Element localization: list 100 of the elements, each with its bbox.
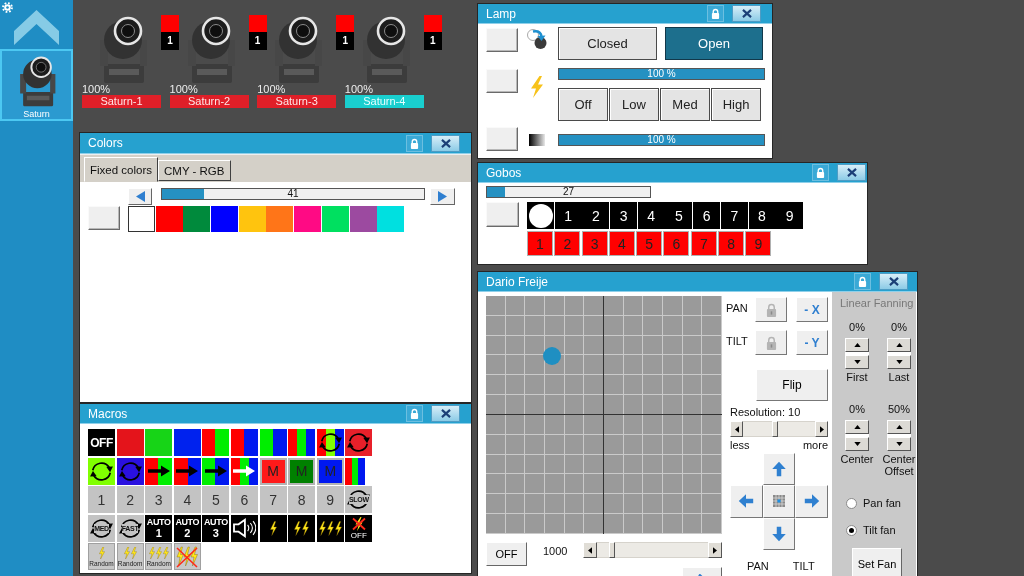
macro-button[interactable]: OFF — [345, 514, 373, 542]
increase-button[interactable] — [845, 338, 869, 352]
next-button[interactable] — [430, 188, 455, 205]
gobo-button[interactable] — [527, 202, 554, 229]
lock-button[interactable] — [707, 5, 724, 22]
strobe-mode-button[interactable]: High — [711, 88, 761, 121]
gobo-button[interactable]: 7 — [720, 202, 748, 229]
settings-icon[interactable] — [2, 2, 13, 13]
lock-button[interactable] — [406, 405, 423, 422]
lock-button[interactable] — [812, 164, 829, 181]
set-fan-button[interactable]: Set Fan — [852, 548, 902, 576]
macro-button[interactable]: AUTO 1 — [145, 514, 173, 542]
macro-button[interactable] — [316, 429, 344, 456]
decrease-button[interactable] — [887, 355, 911, 369]
position-dot-icon[interactable] — [543, 346, 562, 365]
close-button[interactable] — [431, 405, 460, 422]
gobo-button[interactable]: 8 — [748, 202, 776, 229]
shutter-button[interactable]: Open — [665, 27, 763, 60]
macro-button[interactable]: 9 — [316, 486, 344, 514]
increase-button[interactable] — [887, 338, 911, 352]
strobe-mode-button[interactable]: Off — [558, 88, 608, 121]
scroll-left-button[interactable] — [730, 421, 743, 437]
gobo-button[interactable]: 3 — [610, 202, 638, 229]
macro-button[interactable]: 4 — [173, 486, 201, 514]
gobo-wheel-bar[interactable]: 27 — [486, 186, 651, 198]
macro-button[interactable] — [88, 457, 115, 485]
macro-button[interactable] — [259, 429, 287, 456]
color-wheel-bar[interactable]: 41 — [161, 188, 425, 200]
macro-button[interactable] — [173, 429, 201, 456]
close-button[interactable] — [431, 134, 460, 152]
gobo-button[interactable]: 1 — [554, 202, 582, 229]
macro-button[interactable] — [288, 514, 316, 542]
scroll-right-button[interactable] — [708, 542, 722, 558]
tab[interactable]: CMY - RGB — [158, 160, 231, 181]
invert-button[interactable]: - X — [796, 297, 828, 322]
macro-button[interactable] — [259, 514, 287, 542]
macro-button[interactable] — [116, 457, 144, 485]
fixture-name-label[interactable]: Saturn-2 — [169, 95, 249, 108]
move-left-button[interactable] — [730, 485, 763, 518]
move-up-button[interactable] — [762, 453, 796, 486]
color-swatch[interactable] — [321, 206, 349, 232]
gobo-button[interactable]: 7 — [690, 231, 717, 256]
macro-button[interactable] — [145, 457, 173, 485]
macro-button[interactable]: 7 — [259, 486, 287, 514]
fixture-name-label[interactable]: Saturn-3 — [257, 95, 337, 108]
resolution-slider[interactable] — [743, 421, 815, 437]
close-button[interactable] — [837, 164, 866, 181]
strobe-mode-button[interactable]: Low — [609, 88, 659, 121]
speed-slider[interactable] — [597, 542, 708, 558]
macro-button[interactable]: AUTO 2 — [173, 514, 201, 542]
radio-label[interactable]: Tilt fan — [863, 524, 896, 536]
blank-button[interactable] — [486, 69, 518, 93]
blank-button[interactable] — [88, 206, 120, 230]
macro-button[interactable] — [202, 457, 230, 485]
invert-button[interactable]: - Y — [796, 330, 828, 355]
macro-button[interactable] — [230, 514, 258, 542]
increase-button[interactable] — [845, 420, 869, 434]
macro-button[interactable] — [230, 429, 258, 456]
blank-button[interactable] — [486, 202, 519, 227]
macro-button[interactable] — [316, 514, 344, 542]
close-button[interactable] — [879, 273, 908, 290]
fixture-name-label[interactable]: Saturn-1 — [82, 95, 161, 108]
move-right-button[interactable] — [795, 485, 829, 518]
tab[interactable]: Fixed colors — [84, 157, 158, 182]
gobo-button[interactable]: 5 — [665, 202, 693, 229]
shutter-button[interactable]: Closed — [558, 27, 657, 60]
macro-button[interactable]: M — [259, 457, 287, 485]
gobo-button[interactable]: 8 — [718, 231, 745, 256]
radio-label[interactable]: Pan fan — [863, 497, 901, 509]
color-swatch[interactable] — [266, 206, 294, 232]
color-swatch[interactable] — [294, 206, 322, 232]
macro-button[interactable]: 6 — [230, 486, 258, 514]
color-swatch[interactable] — [377, 206, 405, 232]
lock-button[interactable] — [854, 273, 871, 290]
color-swatch[interactable] — [128, 206, 155, 232]
gobo-button[interactable]: 1 — [527, 231, 553, 256]
macro-button[interactable] — [230, 457, 258, 485]
decrease-button[interactable] — [845, 355, 869, 369]
previous-button[interactable] — [128, 188, 152, 205]
color-swatch[interactable] — [238, 206, 266, 232]
macro-button[interactable]: 3 — [145, 486, 173, 514]
macro-button[interactable] — [173, 457, 201, 485]
color-swatch[interactable] — [183, 206, 211, 232]
gobo-button[interactable]: 9 — [745, 231, 772, 256]
macro-button[interactable]: 8 — [288, 486, 316, 514]
gobo-button[interactable]: 3 — [581, 231, 608, 256]
dimmer-bar[interactable]: 100 % — [558, 134, 765, 146]
strobe-mode-button[interactable]: Med — [660, 88, 710, 121]
radio-button[interactable] — [846, 524, 857, 536]
decrease-button[interactable] — [845, 437, 869, 451]
strobe-bar[interactable]: 100 % — [558, 68, 765, 80]
blank-button[interactable] — [486, 127, 518, 151]
macro-button[interactable]: 5 — [202, 486, 230, 514]
gobo-button[interactable]: 4 — [608, 231, 635, 256]
scroll-right-button[interactable] — [815, 421, 828, 437]
gobo-button[interactable]: 6 — [693, 202, 721, 229]
color-swatch[interactable] — [211, 206, 239, 232]
gobo-button[interactable]: 6 — [663, 231, 690, 256]
gobo-button[interactable]: 9 — [776, 202, 804, 229]
lock-button[interactable] — [406, 134, 423, 152]
